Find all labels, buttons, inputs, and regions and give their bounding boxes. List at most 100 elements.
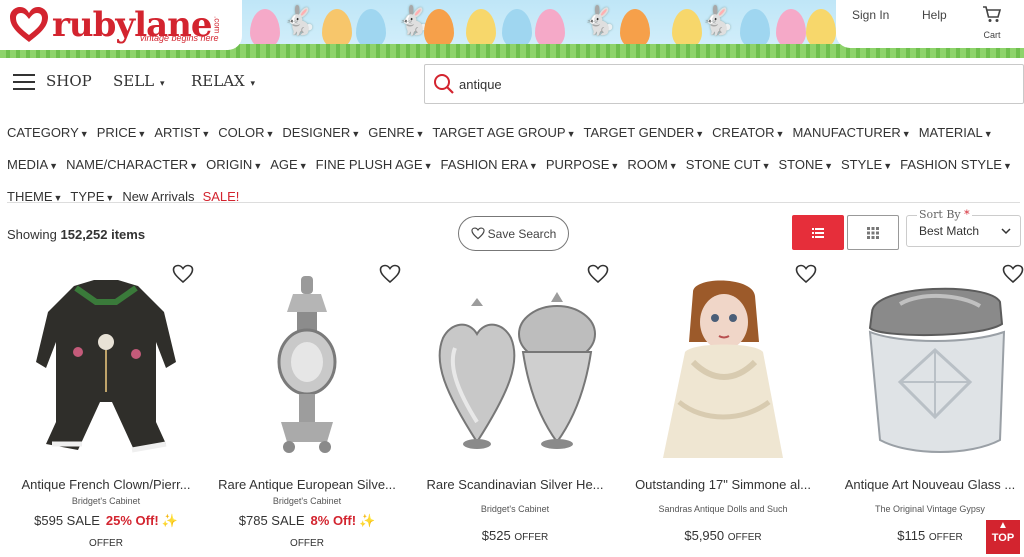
chevron-down-icon: ▼ [423,160,433,171]
filter-label: CREATOR [712,124,775,140]
chevron-down-icon: ▼ [566,128,576,139]
product-card[interactable]: Outstanding 17" Simmone al... Sandras An… [619,262,827,557]
product-title[interactable]: Antique French Clown/Pierr... [2,477,210,492]
product-card[interactable]: Rare Antique European Silve... Bridget's… [203,262,411,557]
nav-relax-label: RELAX [191,72,245,90]
egg-decoration [250,9,280,49]
filter-bar: CATEGORY▼ PRICE▼ ARTIST▼ COLOR▼ DESIGNER▼ GEN… [0,116,1024,212]
product-image[interactable] [16,272,196,462]
search-icon[interactable] [433,73,455,95]
product-seller[interactable]: The Original Vintage Gypsy [826,504,1024,514]
filter-creator[interactable]: CREATOR▼ [712,125,784,140]
filter-fashion-era[interactable]: FASHION ERA▼ [440,157,537,172]
bunny-decoration: 🐇 [700,5,735,36]
cart-button[interactable]: Cart [980,5,1004,40]
help-link[interactable]: Help [922,8,947,22]
price-value: $5,950 [684,528,725,543]
heart-outline-icon [471,227,485,240]
product-seller[interactable]: Sandras Antique Dolls and Such [619,504,827,514]
product-title[interactable]: Rare Scandinavian Silver He... [411,477,619,492]
filter-target-gender[interactable]: TARGET GENDER▼ [583,125,704,140]
filter-label: STYLE [841,156,883,172]
product-card[interactable]: Antique Art Nouveau Glass ... The Origin… [826,262,1024,557]
filter-price[interactable]: PRICE▼ [97,125,147,140]
filter-label: TARGET GENDER [583,124,695,140]
product-image[interactable] [425,272,605,462]
product-card[interactable]: Rare Scandinavian Silver He... Bridget's… [411,262,619,557]
egg-decoration [806,9,836,49]
price-value: $595 SALE [34,513,100,528]
filter-genre[interactable]: GENRE▼ [368,125,424,140]
product-image[interactable] [217,272,397,462]
menu-icon[interactable] [13,74,35,91]
search-bar[interactable] [424,64,1024,104]
egg-decoration [502,9,532,49]
product-title[interactable]: Outstanding 17" Simmone al... [619,477,827,492]
filter-name-character[interactable]: NAME/CHARACTER▼ [66,157,198,172]
product-seller[interactable]: Bridget's Cabinet [411,504,619,514]
filter-label: DESIGNER [282,124,351,140]
product-seller[interactable]: Bridget's Cabinet [2,496,210,506]
list-view-button[interactable] [792,215,844,250]
save-search-label: Save Search [487,226,557,241]
chevron-down-icon: ▼ [137,128,147,139]
results-total: 152,252 items [60,227,146,242]
filter-material[interactable]: MATERIAL▼ [919,125,993,140]
product-image[interactable] [633,272,813,462]
sort-dropdown[interactable]: Sort By * Best Match [906,208,1021,247]
filter-label: MANUFACTURER [792,124,901,140]
filter-color[interactable]: COLOR▼ [218,125,274,140]
filter-label: ORIGIN [206,156,253,172]
search-input[interactable] [459,76,999,92]
filter-artist[interactable]: ARTIST▼ [154,125,210,140]
nav-sell[interactable]: SELL ▾ [113,72,164,90]
product-seller[interactable]: Bridget's Cabinet [203,496,411,506]
divider [7,202,1020,203]
filter-label: MEDIA [7,156,49,172]
back-to-top-button[interactable]: ▲ TOP [986,520,1020,554]
arrow-up-icon: ▲ [998,520,1008,531]
product-title[interactable]: Antique Art Nouveau Glass ... [826,477,1024,492]
save-search-button[interactable]: Save Search [458,216,569,251]
filter-origin[interactable]: ORIGIN▼ [206,157,262,172]
cart-label: Cart [983,30,1001,40]
chevron-down-icon: ▼ [610,160,620,171]
sign-in-link[interactable]: Sign In [852,8,889,22]
filter-fashion-style[interactable]: FASHION STYLE▼ [900,157,1012,172]
filter-style[interactable]: STYLE▼ [841,157,892,172]
nav-relax[interactable]: RELAX ▾ [191,72,255,90]
results-count: Showing 152,252 items [7,227,145,242]
product-card[interactable]: Antique French Clown/Pierr... Bridget's … [2,262,210,557]
filter-target-age-group[interactable]: TARGET AGE GROUP▼ [432,125,575,140]
egg-decoration [620,9,650,49]
filter-label: FINE PLUSH AGE [315,156,423,172]
product-title[interactable]: Rare Antique European Silve... [203,477,411,492]
chevron-down-icon: ▾ [159,79,165,89]
site-logo[interactable]: rubylane .com vintage begins here [0,0,242,50]
product-image[interactable] [840,272,1020,462]
nav-shop[interactable]: SHOP [46,72,92,90]
filter-label: GENRE [368,124,415,140]
egg-decoration [776,9,806,49]
filter-label: STONE CUT [685,156,761,172]
filter-label: FASHION STYLE [900,156,1002,172]
filter-fine-plush-age[interactable]: FINE PLUSH AGE▼ [316,157,433,172]
filter-label: TARGET AGE GROUP [432,124,566,140]
chevron-down-icon: ▼ [761,160,771,171]
filter-designer[interactable]: DESIGNER▼ [282,125,360,140]
filter-media[interactable]: MEDIA▼ [7,157,58,172]
filter-category[interactable]: CATEGORY▼ [7,125,89,140]
filter-stone[interactable]: STONE▼ [779,157,833,172]
chevron-down-icon: ▼ [49,160,59,171]
chevron-down-icon: ▼ [775,128,785,139]
top-links: Sign In Help Cart [836,0,1024,48]
main-nav: SHOP SELL ▾ RELAX ▾ [0,62,1024,104]
sort-label-text: Sort By [919,208,961,221]
filter-room[interactable]: ROOM▼ [627,157,677,172]
filter-row: THEME▼ TYPE▼ New Arrivals SALE! [0,180,1024,212]
filter-stone-cut[interactable]: STONE CUT▼ [686,157,771,172]
filter-age[interactable]: AGE▼ [270,157,307,172]
filter-purpose[interactable]: PURPOSE▼ [546,157,620,172]
filter-manufacturer[interactable]: MANUFACTURER▼ [792,125,910,140]
grid-view-button[interactable] [847,215,899,250]
